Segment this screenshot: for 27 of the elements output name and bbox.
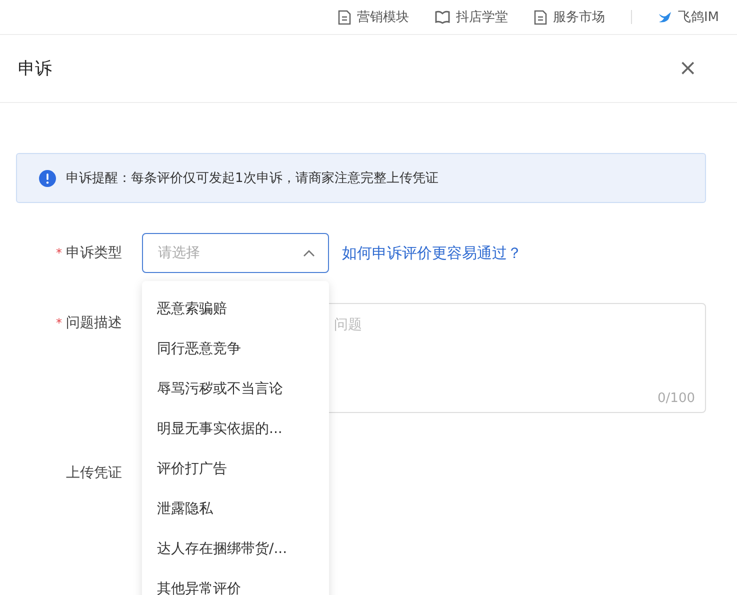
caret-icon bbox=[302, 248, 316, 258]
nav-link[interactable]: 飞鸽IM bbox=[658, 8, 719, 26]
nav-link[interactable]: 抖店学堂 bbox=[434, 8, 508, 26]
field-label: 问题描述 bbox=[66, 314, 122, 333]
dialog-title: 申诉 bbox=[18, 58, 52, 80]
placeholder-text: 问题 bbox=[334, 316, 362, 334]
field-label: 上传凭证 bbox=[66, 464, 122, 483]
field-label: 申诉类型 bbox=[66, 244, 122, 263]
dropdown-option[interactable]: 辱骂污秽或不当言论 bbox=[142, 369, 329, 409]
document-icon bbox=[534, 10, 547, 24]
book-icon bbox=[434, 10, 450, 24]
nav-link[interactable]: 服务市场 bbox=[534, 8, 605, 26]
close-button[interactable]: × bbox=[678, 56, 697, 81]
dropdown-option[interactable]: 其他异常评价 bbox=[142, 569, 329, 595]
document-icon bbox=[338, 10, 351, 24]
dropdown-option[interactable]: 同行恶意竞争 bbox=[142, 329, 329, 369]
alert-text: 申诉提醒：每条评价仅可发起1次申诉，请商家注意完整上传凭证 bbox=[66, 170, 438, 187]
bird-icon bbox=[658, 11, 672, 23]
info-icon bbox=[39, 170, 56, 186]
nav-link[interactable]: 营销模块 bbox=[338, 8, 409, 26]
dropdown-option[interactable]: 达人存在捆绑带货/... bbox=[142, 529, 329, 569]
required-mark: * bbox=[56, 315, 62, 332]
char-counter: 0/100 bbox=[658, 391, 695, 406]
dropdown-option[interactable]: 泄露隐私 bbox=[142, 489, 329, 529]
required-mark: * bbox=[56, 245, 62, 262]
help-link[interactable]: 如何申诉评价更容易通过？ bbox=[342, 233, 522, 273]
dropdown-option[interactable]: 评价打广告 bbox=[142, 449, 329, 489]
